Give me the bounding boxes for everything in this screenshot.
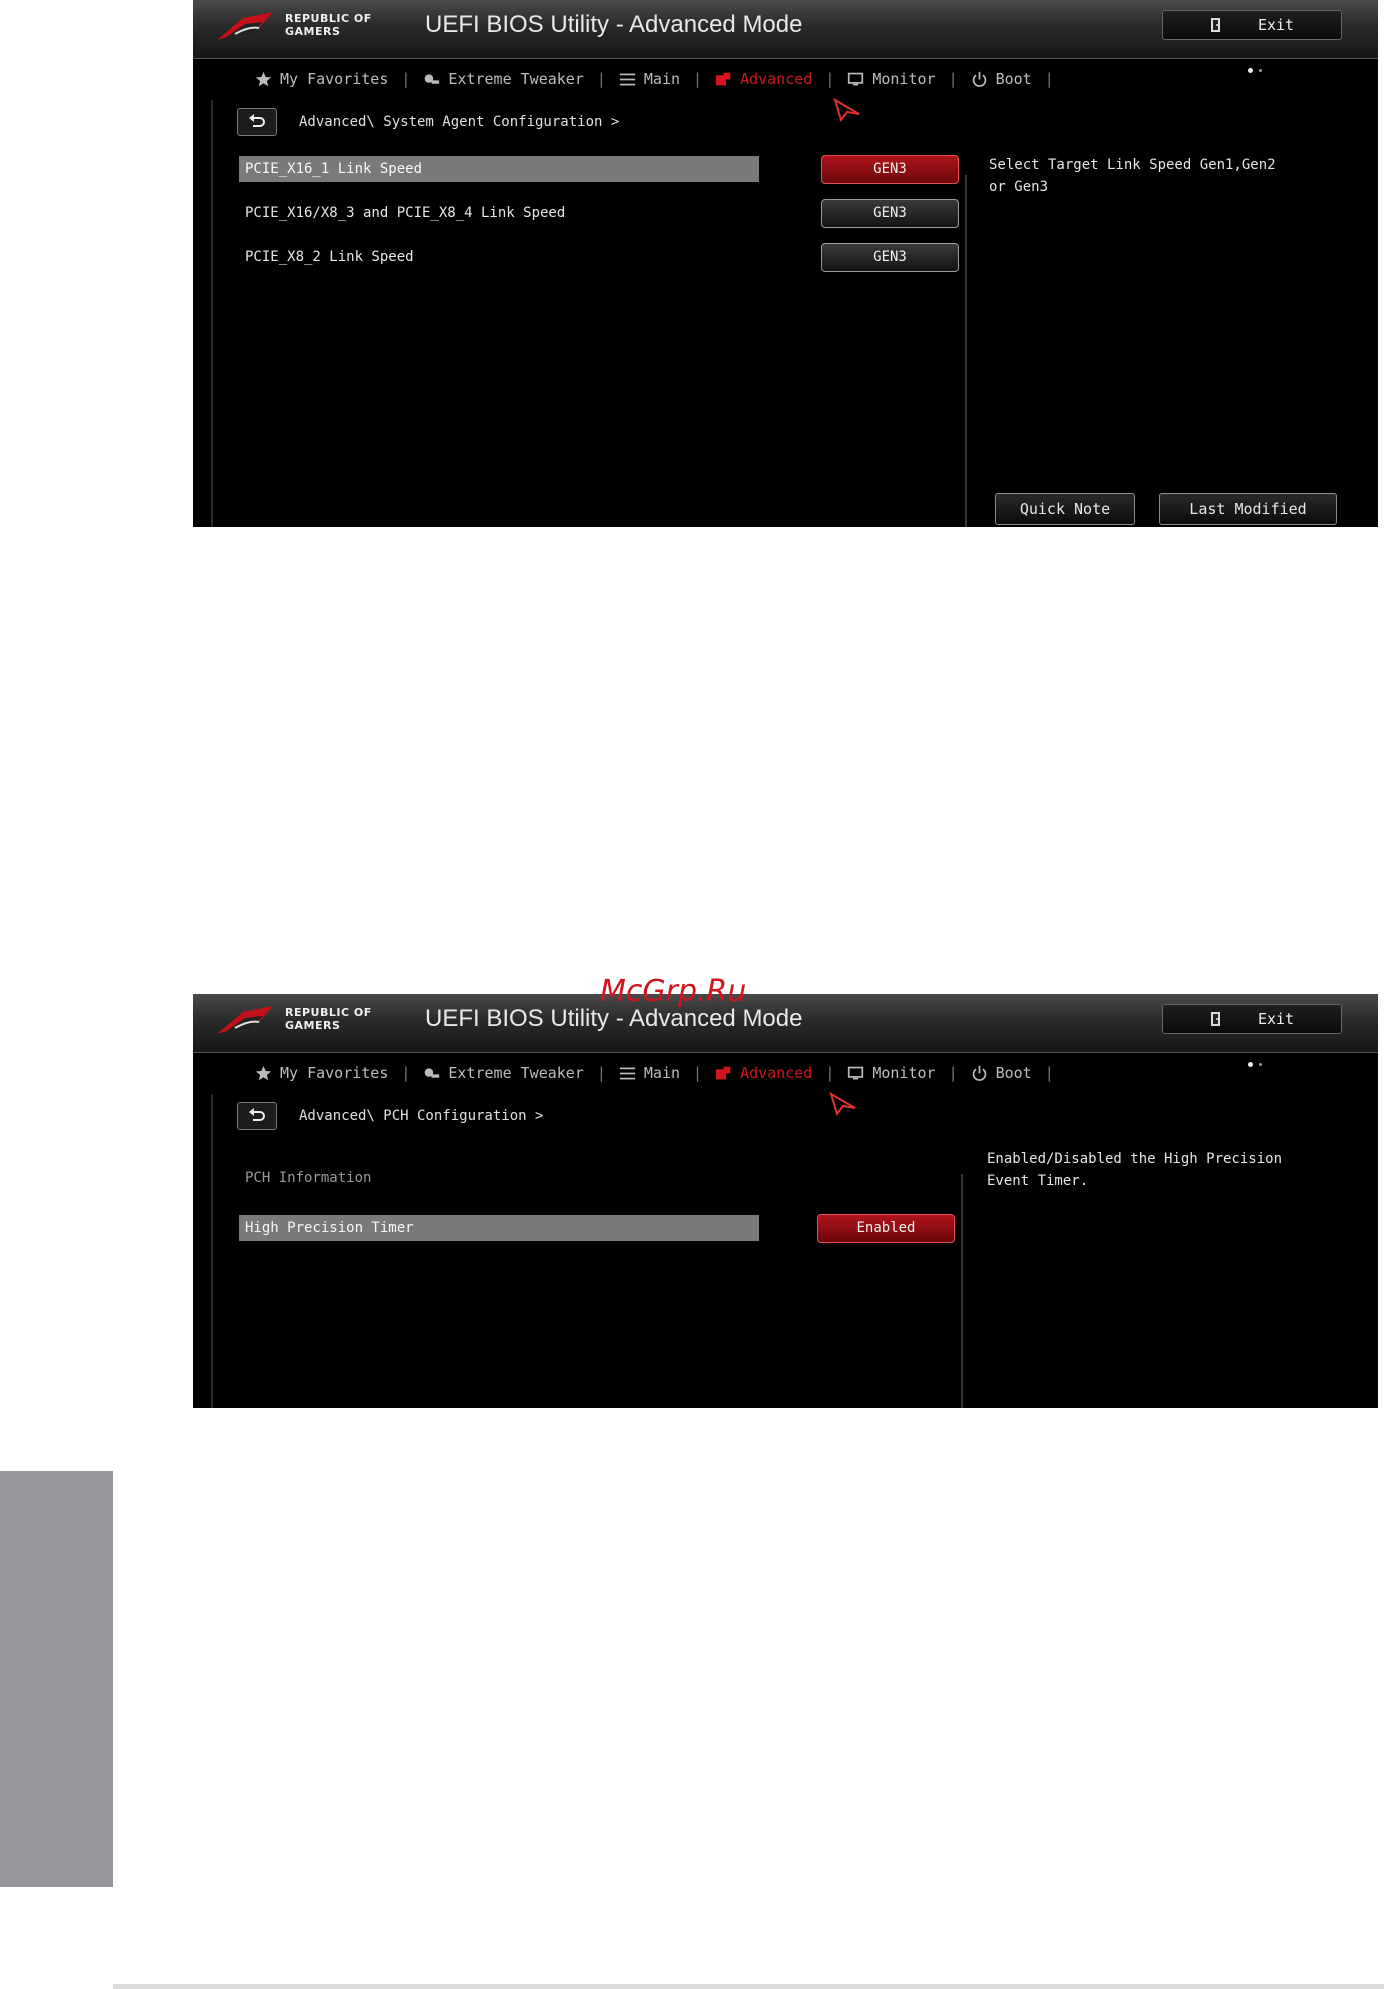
tab-separator: | <box>693 1064 703 1082</box>
link-speed-value-button[interactable]: GEN3 <box>821 242 959 272</box>
help-description: Select Target Link Speed Gen1,Gen2 or Ge… <box>989 157 1276 195</box>
setting-row-high-precision-timer[interactable]: High Precision Timer Enabled <box>239 1213 955 1243</box>
left-rail <box>211 100 213 527</box>
tab-separator: | <box>948 70 958 88</box>
tab-main[interactable]: Main <box>619 70 680 88</box>
page-dot <box>1259 1063 1262 1066</box>
setting-label: PCIE_X16/X8_3 and PCIE_X8_4 Link Speed <box>245 205 566 221</box>
setting-row-pcie-x16-1-link-speed[interactable]: PCIE_X16_1 Link Speed GEN3 <box>239 154 959 184</box>
exit-label: Exit <box>1257 16 1295 34</box>
setting-row-pcie-x16-x8-3-and-x8-4-link-speed[interactable]: PCIE_X16/X8_3 and PCIE_X8_4 Link Speed G… <box>239 198 959 228</box>
tab-my-favorites[interactable]: My Favorites <box>255 1064 388 1082</box>
setting-label: PCIE_X16_1 Link Speed <box>239 156 759 182</box>
tab-monitor[interactable]: Monitor <box>847 70 936 88</box>
page-dot <box>1259 69 1262 72</box>
tweaker-icon <box>425 1067 440 1078</box>
breadcrumb-bar: Advanced\ System Agent Configuration > <box>237 108 619 136</box>
tab-advanced[interactable]: Advanced <box>715 1064 812 1082</box>
tab-separator: | <box>596 70 606 88</box>
tab-separator: | <box>693 70 703 88</box>
link-speed-value-button[interactable]: GEN3 <box>821 198 959 228</box>
mouse-cursor-icon <box>833 98 860 122</box>
footer-rule <box>113 1984 1384 1989</box>
breadcrumb-bar: Advanced\ PCH Configuration > <box>237 1102 543 1130</box>
app-title: UEFI BIOS Utility - Advanced Mode <box>425 1005 803 1032</box>
tab-separator: | <box>825 70 835 88</box>
exit-button[interactable]: Exit <box>1162 10 1342 40</box>
back-arrow-icon <box>249 1108 265 1121</box>
tab-separator: | <box>596 1064 606 1082</box>
rog-eye-logo-icon <box>217 1006 273 1034</box>
tab-monitor[interactable]: Monitor <box>847 1064 936 1082</box>
title-bar: REPUBLIC OF GAMERS UEFI BIOS Utility - A… <box>193 0 1378 59</box>
list-icon <box>619 1067 636 1079</box>
exit-button[interactable]: Exit <box>1162 1004 1342 1034</box>
watermark: McGrp.Ru <box>600 974 747 1009</box>
page-indicator[interactable] <box>1248 68 1262 73</box>
page-dot-active <box>1248 68 1253 73</box>
advanced-icon <box>715 1066 731 1079</box>
back-arrow-icon <box>249 114 265 127</box>
star-icon <box>255 1065 272 1080</box>
mouse-cursor-icon <box>829 1092 856 1116</box>
tab-separator: | <box>401 1064 411 1082</box>
back-button[interactable] <box>237 1102 277 1130</box>
setting-row-pcie-x8-2-link-speed[interactable]: PCIE_X8_2 Link Speed GEN3 <box>239 242 959 272</box>
help-divider <box>961 1174 963 1408</box>
main-tab-bar: My Favorites | Extreme Tweaker | Main | … <box>193 1052 1378 1094</box>
tab-separator: | <box>948 1064 958 1082</box>
page-dot-active <box>1248 1062 1253 1067</box>
bios-screen-system-agent: REPUBLIC OF GAMERS UEFI BIOS Utility - A… <box>193 0 1378 527</box>
exit-label: Exit <box>1257 1010 1295 1028</box>
tab-extreme-tweaker[interactable]: Extreme Tweaker <box>423 70 584 88</box>
title-bar: REPUBLIC OF GAMERS UEFI BIOS Utility - A… <box>193 994 1378 1053</box>
brand-logo-text: REPUBLIC OF GAMERS <box>285 1006 372 1032</box>
high-precision-timer-value-button[interactable]: Enabled <box>817 1213 955 1243</box>
tab-separator: | <box>1044 70 1054 88</box>
help-divider <box>965 175 967 527</box>
breadcrumb: Advanced\ System Agent Configuration > <box>299 114 620 130</box>
tab-separator: | <box>401 70 411 88</box>
bios-screen-pch-configuration: REPUBLIC OF GAMERS UEFI BIOS Utility - A… <box>193 994 1378 1408</box>
page-indicator[interactable] <box>1248 1062 1262 1067</box>
star-icon <box>255 71 272 86</box>
quick-note-button[interactable]: Quick Note <box>995 493 1135 525</box>
tab-separator: | <box>825 1064 835 1082</box>
last-modified-button[interactable]: Last Modified <box>1159 493 1337 525</box>
power-icon <box>972 71 986 87</box>
monitor-icon <box>848 72 864 85</box>
left-rail <box>211 1094 213 1408</box>
tab-advanced[interactable]: Advanced <box>715 70 812 88</box>
main-tab-bar: My Favorites | Extreme Tweaker | Main | … <box>193 58 1378 100</box>
tab-separator: | <box>1044 1064 1054 1082</box>
brand-logo-text: REPUBLIC OF GAMERS <box>285 12 372 38</box>
help-description: Enabled/Disabled the High Precision Even… <box>987 1151 1283 1189</box>
tweaker-icon <box>425 73 440 84</box>
exit-door-icon <box>1210 1012 1220 1026</box>
monitor-icon <box>848 1066 864 1079</box>
tab-boot[interactable]: Boot <box>971 70 1032 88</box>
tab-my-favorites[interactable]: My Favorites <box>255 70 388 88</box>
power-icon <box>972 1065 986 1081</box>
app-title: UEFI BIOS Utility - Advanced Mode <box>425 11 803 38</box>
tab-boot[interactable]: Boot <box>971 1064 1032 1082</box>
back-button[interactable] <box>237 108 277 136</box>
section-label-pch-information: PCH Information <box>245 1170 372 1186</box>
link-speed-value-button[interactable]: GEN3 <box>821 154 959 184</box>
tab-extreme-tweaker[interactable]: Extreme Tweaker <box>423 1064 584 1082</box>
breadcrumb: Advanced\ PCH Configuration > <box>299 1108 544 1124</box>
list-icon <box>619 73 636 85</box>
chapter-side-tab <box>0 1471 113 1887</box>
setting-label: PCIE_X8_2 Link Speed <box>245 249 414 265</box>
setting-label: High Precision Timer <box>239 1215 759 1241</box>
exit-door-icon <box>1210 18 1220 32</box>
tab-main[interactable]: Main <box>619 1064 680 1082</box>
rog-eye-logo-icon <box>217 12 273 40</box>
advanced-icon <box>715 72 731 85</box>
